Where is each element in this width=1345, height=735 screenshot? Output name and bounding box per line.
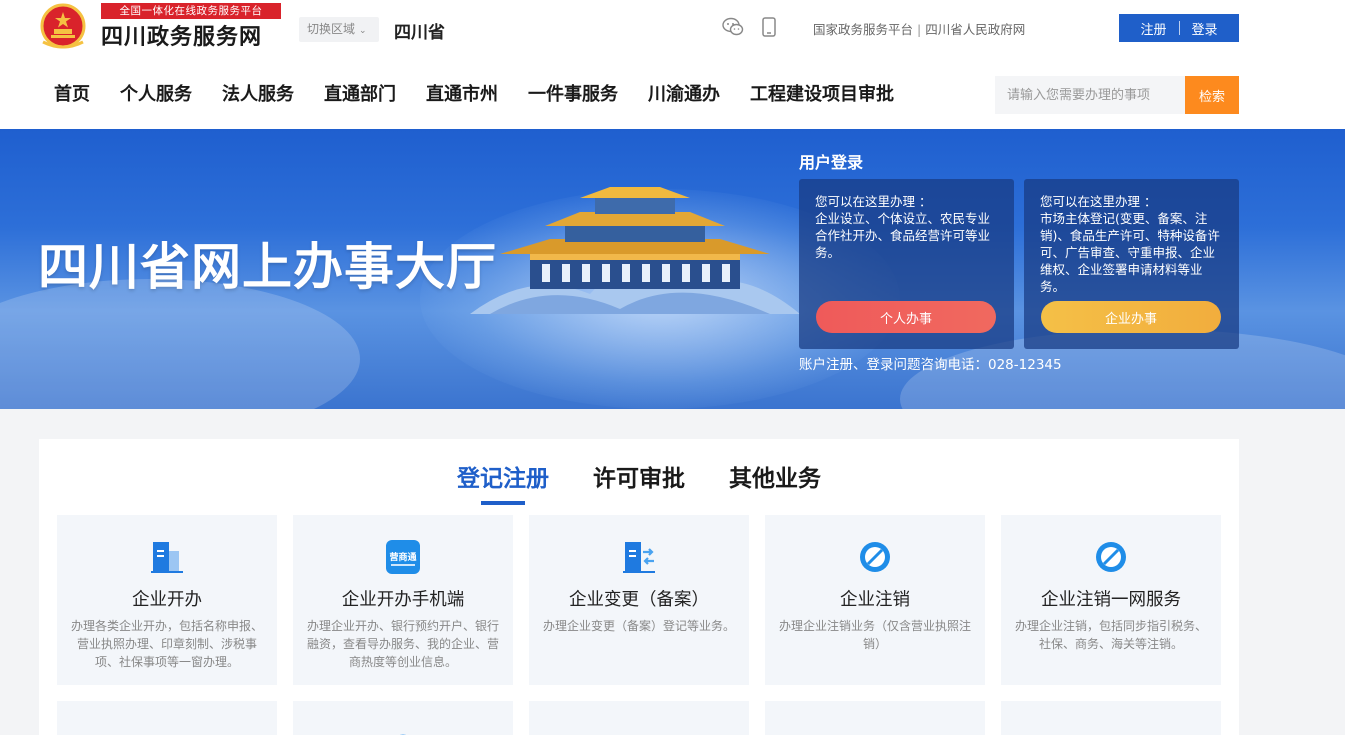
service-card-partial[interactable] [293,701,513,735]
external-links: 国家政务服务平台 | 四川省人民政府网 [813,19,1025,38]
enterprise-service-button[interactable]: 企业办事 [1041,301,1221,333]
link-national-platform[interactable]: 国家政务服务平台 [813,22,913,37]
service-desc: 办理企业注销业务（仅含营业执照注销） [778,619,971,651]
search-button[interactable]: 检索 [1185,76,1239,114]
wechat-icon[interactable] [722,17,744,37]
service-name: 企业注销 [840,590,910,610]
auth-buttons: 注册 登录 [1119,14,1239,42]
service-icon [1097,727,1125,735]
personal-service-button[interactable]: 个人办事 [816,301,996,333]
enterprise-login-card: 您可以在这里办理 ： 市场主体登记(变更、备案、注销)、食品生产许可、特种设备许… [1024,179,1239,349]
nav-personal-services[interactable]: 个人服务 [120,80,192,106]
service-icon [399,734,407,735]
nav-engineering-approval[interactable]: 工程建设项目审批 [750,80,894,106]
hotline-text: 账户注册、登录问题咨询电话：028-12345 [799,357,1062,373]
cancel-icon [1096,542,1126,572]
site-header: 全国一体化在线政务服务平台 四川政务服务网 切换区域 ⌄ 四川省 国家政务服务平台… [0,0,1345,129]
service-card-enterprise-change[interactable]: 企业变更（备案） 办理企业变更（备案）登记等业务。 [529,515,749,685]
service-name: 企业注销一网服务 [1041,590,1181,610]
service-name: 企业变更（备案） [569,590,709,610]
service-card-enterprise-setup[interactable]: 企业开办 办理各类企业开办，包括名称申报、营业执照办理、印章刻制、涉税事项、社保… [57,515,277,685]
tab-permit-approval[interactable]: 许可审批 [593,459,685,505]
service-tabs: 登记注册 许可审批 其他业务 [39,459,1239,505]
service-name: 企业开办 [132,590,202,610]
building-icon [151,542,183,573]
enterprise-card-desc: 市场主体登记(变更、备案、注销)、食品生产许可、特种设备许可、广告审查、守重申报… [1040,211,1220,294]
building-change-icon [623,542,655,573]
current-region: 四川省 [394,23,445,43]
nav-home[interactable]: 首页 [54,80,90,106]
tab-other-business[interactable]: 其他业务 [729,459,821,505]
enterprise-card-heading: 您可以在这里办理 ： [1040,194,1157,209]
personal-login-card: 您可以在这里办理 ： 企业设立、个体设立、农民专业合作社开办、食品经营许可等业务… [799,179,1014,349]
nav-chuanyu[interactable]: 川渝通办 [648,80,720,106]
national-emblem-icon [40,3,86,49]
tab-registration[interactable]: 登记注册 [457,459,549,505]
site-logo-text[interactable]: 四川政务服务网 [101,19,262,51]
service-icon [625,727,653,735]
mobile-app-icon-label: 营商通 [389,551,416,563]
service-card-partial[interactable] [57,701,277,735]
personal-card-heading: 您可以在这里办理 ： [815,194,932,209]
banner-title: 四川省网上办事大厅 [38,238,497,296]
nav-legal-entity-services[interactable]: 法人服务 [222,80,294,106]
service-card-enterprise-cancel[interactable]: 企业注销 办理企业注销业务（仅含营业执照注销） [765,515,985,685]
service-card-partial[interactable] [765,701,985,735]
service-card-partial[interactable] [529,701,749,735]
login-button[interactable]: 登录 [1180,19,1230,38]
mobile-app-icon: 营商通 [386,540,420,574]
service-desc: 办理企业变更（备案）登记等业务。 [542,619,735,633]
service-card-enterprise-cancel-one-net[interactable]: 企业注销一网服务 办理企业注销，包括同步指引税务、社保、商务、海关等注销。 [1001,515,1221,685]
main-nav: 首页 个人服务 法人服务 直通部门 直通市州 一件事服务 川渝通办 工程建设项目… [54,80,924,106]
region-switch-dropdown[interactable]: 切换区域 ⌄ [299,17,379,42]
service-name: 企业开办手机端 [341,590,465,610]
city-tower-illustration [470,187,800,314]
service-desc: 办理各类企业开办，包括名称申报、营业执照办理、印章刻制、涉税事项、社保事项等一窗… [70,619,263,669]
search-input[interactable] [995,76,1185,114]
nav-departments[interactable]: 直通部门 [324,80,396,106]
service-icon [861,727,889,735]
service-desc: 办理企业注销，包括同步指引税务、社保、商务、海关等注销。 [1014,619,1207,651]
services-panel: 登记注册 许可审批 其他业务 企业开办 办理各类企业开办，包括名称申报、营业执照… [39,439,1239,735]
nav-one-thing-service[interactable]: 一件事服务 [528,80,618,106]
service-grid: 企业开办 办理各类企业开办，包括名称申报、营业执照办理、印章刻制、涉税事项、社保… [57,515,1221,735]
service-icon [153,727,181,735]
link-provincial-government[interactable]: 四川省人民政府网 [925,22,1025,37]
search-bar: 检索 [995,76,1239,114]
platform-tagline: 全国一体化在线政务服务平台 [101,3,281,19]
mobile-icon[interactable] [761,17,777,37]
service-desc: 办理企业开办、银行预约开户、银行融资，查看导办服务、我的企业、营商热度等创业信息… [306,619,499,669]
chevron-down-icon: ⌄ [359,26,367,36]
user-login-title: 用户登录 [799,153,864,172]
cancel-icon [860,542,890,572]
nav-cities[interactable]: 直通市州 [426,80,498,106]
region-switch-label: 切换区域 [307,22,356,36]
service-card-partial[interactable] [1001,701,1221,735]
register-button[interactable]: 注册 [1128,19,1178,38]
link-separator: | [917,22,922,37]
personal-card-desc: 企业设立、个体设立、农民专业合作社开办、食品经营许可等业务。 [815,211,991,260]
service-card-enterprise-mobile[interactable]: 营商通 企业开办手机端 办理企业开办、银行预约开户、银行融资，查看导办服务、我的… [293,515,513,685]
